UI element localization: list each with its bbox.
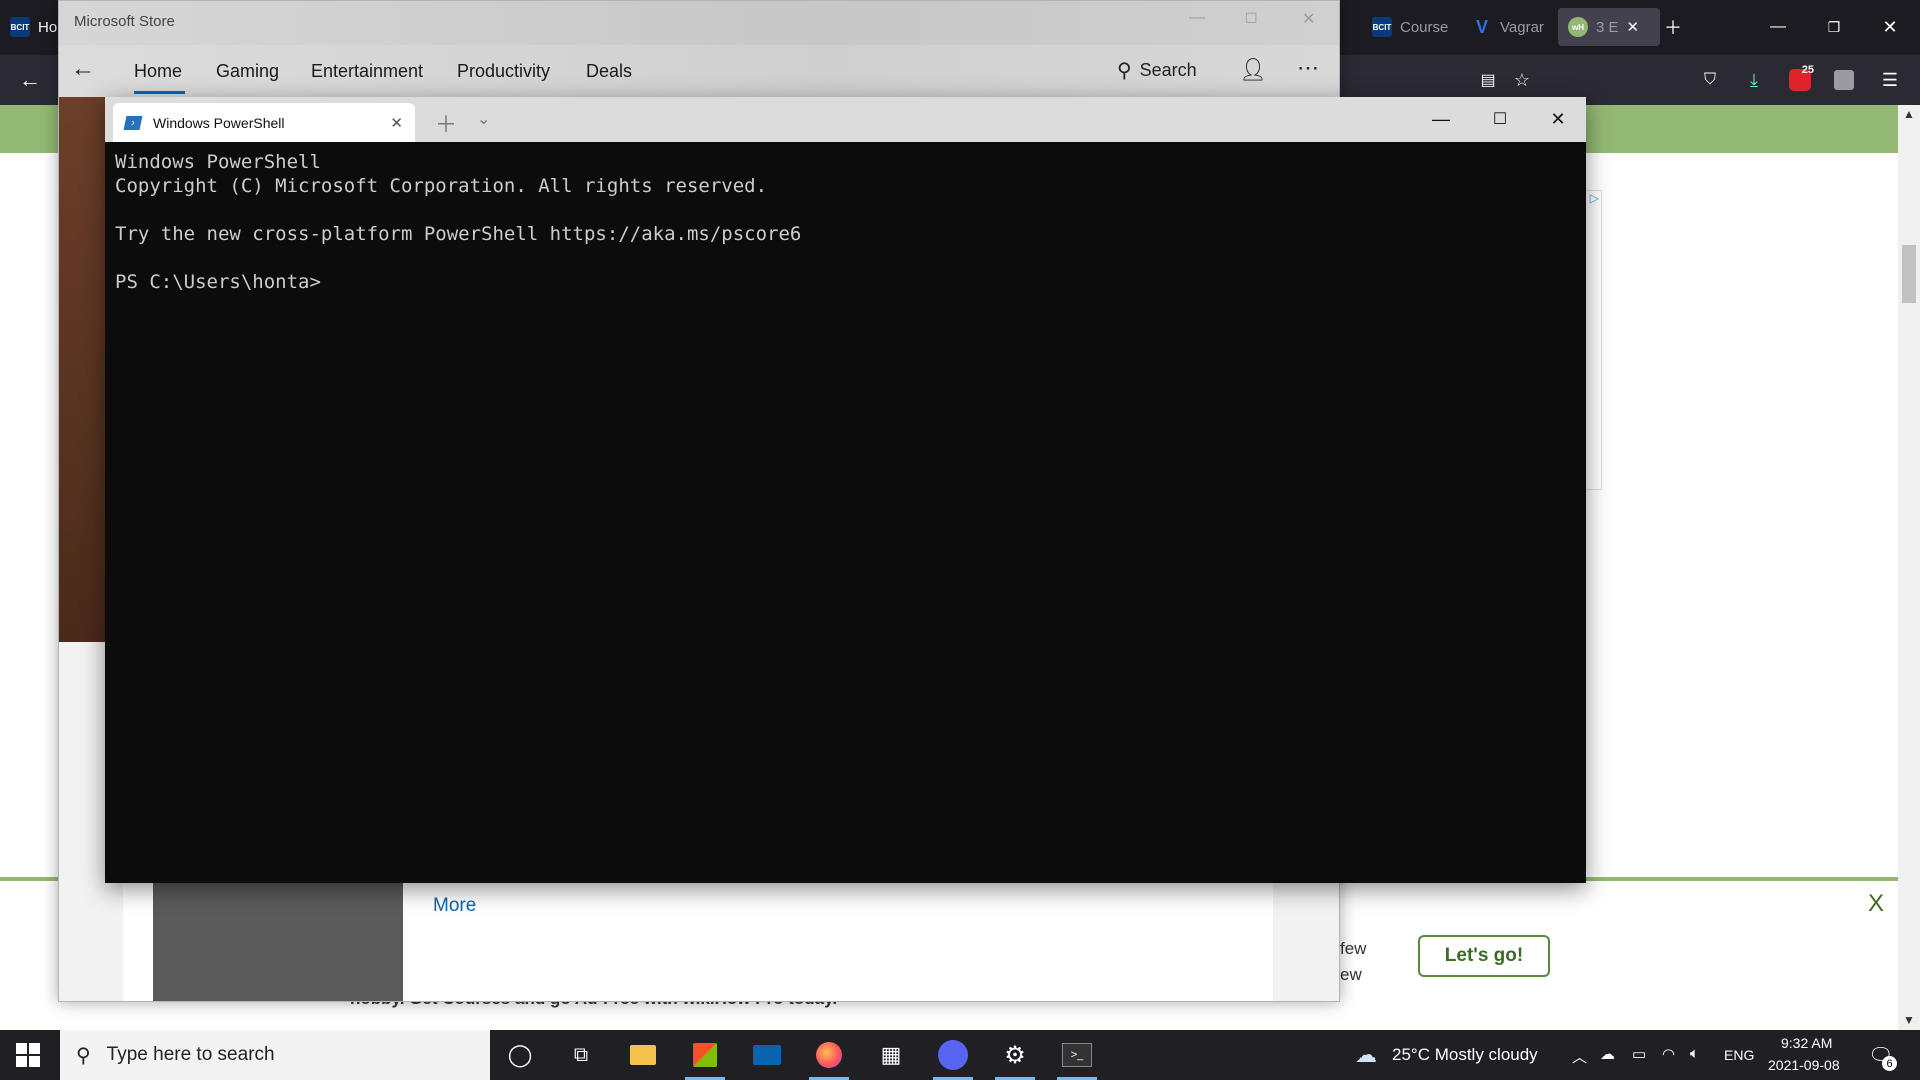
store-window-title: Microsoft Store xyxy=(74,13,175,30)
menu-hamburger-icon[interactable]: ☰ xyxy=(1872,62,1908,98)
browser-tab-label: Ho xyxy=(38,18,58,36)
taskbar-search-input[interactable]: ⚲ Type here to search xyxy=(60,1030,490,1080)
tab-close-icon[interactable]: ✕ xyxy=(1627,18,1640,36)
active-tab-underline xyxy=(134,91,185,94)
adchoices-icon[interactable]: ▷ xyxy=(1590,191,1599,205)
store-more-link[interactable]: More xyxy=(433,895,476,917)
page-scrollbar[interactable] xyxy=(1898,105,1920,1030)
store-search-button[interactable]: ⚲ Search xyxy=(1117,58,1197,83)
more-options-icon[interactable]: ⋯ xyxy=(1297,55,1319,81)
browser-tab-label: Course xyxy=(1400,18,1449,36)
downloads-icon[interactable]: ⤓ xyxy=(1736,62,1772,98)
microsoft-store-taskbar-icon[interactable] xyxy=(679,1030,731,1080)
store-tab-home[interactable]: Home xyxy=(134,61,182,82)
weather-cloud-icon[interactable]: ☁ xyxy=(1355,1042,1377,1068)
store-tab-deals[interactable]: Deals xyxy=(586,61,632,82)
extension-icon[interactable] xyxy=(1826,62,1862,98)
browser-tab[interactable]: BCIT Course xyxy=(1362,8,1478,46)
battery-icon[interactable]: ▭ xyxy=(1632,1045,1646,1063)
taskbar-search-placeholder: Type here to search xyxy=(106,1044,275,1065)
terminal-console-output[interactable]: Windows PowerShell Copyright (C) Microso… xyxy=(105,142,1586,883)
store-tab-entertainment[interactable]: Entertainment xyxy=(311,61,423,82)
product-thumbnail xyxy=(153,881,403,1001)
pocket-icon[interactable]: ⛉ xyxy=(1692,62,1728,98)
account-icon[interactable]: 👤︎ xyxy=(1239,57,1267,83)
browser-tab-label: Vagrar xyxy=(1500,18,1544,36)
wifi-icon[interactable]: ◠ xyxy=(1662,1045,1675,1063)
powershell-icon: › xyxy=(123,115,143,130)
cortana-icon[interactable]: ◯ xyxy=(494,1030,546,1080)
tab-dropdown-chevron-icon[interactable]: ⌄ xyxy=(477,109,490,129)
new-tab-plus-icon[interactable]: ＋ xyxy=(435,107,457,139)
onedrive-icon[interactable]: ☁ xyxy=(1600,1045,1615,1063)
powershell-title-bar: › Windows PowerShell ✕ ＋ ⌄ — ☐ ✕ xyxy=(105,97,1586,142)
lets-go-button[interactable]: Let's go! xyxy=(1418,935,1550,977)
bcit-favicon-icon: BCIT xyxy=(10,17,30,37)
clock-date[interactable]: 2021-09-08 xyxy=(1768,1057,1840,1073)
weather-text[interactable]: 25°C Mostly cloudy xyxy=(1392,1045,1538,1065)
scroll-down-icon[interactable]: ▼ xyxy=(1903,1013,1915,1027)
task-view-icon[interactable]: ⧉ xyxy=(555,1030,607,1080)
clock-time[interactable]: 9:32 AM xyxy=(1781,1035,1832,1051)
bookmark-star-icon[interactable]: ☆ xyxy=(1504,62,1540,98)
tab-close-icon[interactable]: ✕ xyxy=(390,114,403,132)
adblock-icon[interactable]: 25 xyxy=(1782,62,1818,98)
bcit-favicon-icon: BCIT xyxy=(1372,17,1392,37)
windows-terminal-icon[interactable]: >_ xyxy=(1051,1030,1103,1080)
scroll-up-icon[interactable]: ▲ xyxy=(1903,107,1915,121)
store-close-icon[interactable]: ✕ xyxy=(1302,9,1315,29)
close-icon[interactable]: ✕ xyxy=(1872,9,1908,45)
restore-icon[interactable]: ❐ xyxy=(1816,9,1852,45)
back-arrow-icon[interactable]: ← xyxy=(12,62,48,98)
store-tab-productivity[interactable]: Productivity xyxy=(457,61,550,82)
store-tab-gaming[interactable]: Gaming xyxy=(216,61,279,82)
close-banner-button[interactable]: X xyxy=(1868,890,1884,918)
store-title-bar: Microsoft Store — ☐ ✕ xyxy=(59,1,1339,45)
firefox-icon[interactable] xyxy=(803,1030,855,1080)
language-indicator[interactable]: ENG xyxy=(1724,1047,1754,1063)
store-nav-bar: ← Home Gaming Entertainment Productivity… xyxy=(59,45,1339,97)
windows-start-icon[interactable] xyxy=(16,1043,40,1072)
terminal-tab[interactable]: › Windows PowerShell ✕ xyxy=(113,103,415,142)
terminal-close-icon[interactable]: ✕ xyxy=(1535,103,1581,135)
store-search-label: Search xyxy=(1139,60,1197,80)
store-maximize-icon[interactable]: ☐ xyxy=(1245,10,1258,27)
browser-tab-label: 3 E xyxy=(1596,18,1619,36)
store-minimize-icon[interactable]: — xyxy=(1189,9,1205,27)
search-icon: ⚲ xyxy=(76,1044,91,1067)
tray-chevron-icon[interactable]: ︿ xyxy=(1572,1046,1587,1067)
minimize-icon[interactable]: — xyxy=(1760,9,1796,45)
wikihow-favicon-icon: wH xyxy=(1568,17,1588,37)
reader-view-icon[interactable]: ▤ xyxy=(1470,62,1506,98)
adblock-badge: 25 xyxy=(1801,64,1814,76)
file-explorer-icon[interactable] xyxy=(617,1030,669,1080)
terminal-maximize-icon[interactable]: ☐ xyxy=(1477,103,1523,135)
settings-gear-icon[interactable]: ⚙ xyxy=(989,1030,1041,1080)
notification-count-badge: 6 xyxy=(1882,1056,1897,1071)
terminal-minimize-icon[interactable]: — xyxy=(1418,103,1464,135)
new-tab-button[interactable]: ＋ xyxy=(1655,9,1691,45)
powershell-window: › Windows PowerShell ✕ ＋ ⌄ — ☐ ✕ Windows… xyxy=(105,97,1586,883)
vagrant-favicon-icon: V xyxy=(1475,16,1488,37)
terminal-tab-title: Windows PowerShell xyxy=(153,114,285,131)
discord-icon[interactable] xyxy=(927,1030,979,1080)
browser-tab-active[interactable]: wH 3 E ✕ xyxy=(1558,8,1660,46)
promo-text-fragment: few xyxy=(1340,939,1367,958)
volume-icon[interactable]: 🔈︎ xyxy=(1690,1045,1699,1062)
calculator-icon[interactable]: ▦ xyxy=(865,1030,917,1080)
search-icon: ⚲ xyxy=(1117,60,1132,82)
promo-text-fragment: ew xyxy=(1340,965,1362,984)
page-scrollbar-thumb[interactable] xyxy=(1902,245,1916,303)
store-back-arrow-icon[interactable]: ← xyxy=(71,55,95,83)
mail-icon[interactable] xyxy=(741,1030,793,1080)
